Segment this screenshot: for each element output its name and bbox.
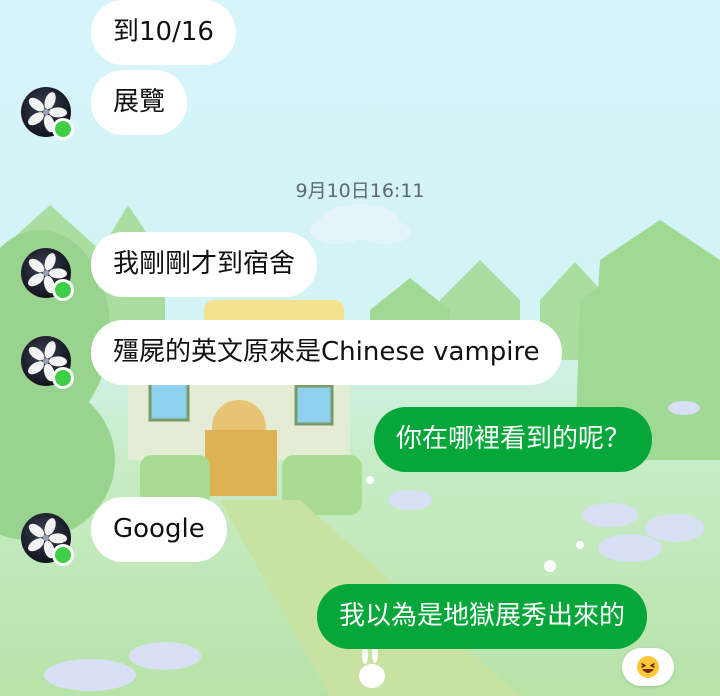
incoming-message-bubble[interactable]: 到10/16 xyxy=(91,0,236,65)
contact-avatar[interactable] xyxy=(21,513,74,566)
chat-message-area[interactable]: 到10/16 展覽 9月10日16:11 我剛剛才到宿舍 殭屍的英文原來是Chi… xyxy=(0,0,720,696)
contact-avatar[interactable] xyxy=(21,87,74,140)
outgoing-message-bubble[interactable]: 我以為是地獄展秀出來的 xyxy=(317,584,648,649)
incoming-message-bubble[interactable]: Google xyxy=(91,497,227,562)
incoming-message-bubble[interactable]: 展覽 xyxy=(91,70,188,135)
message-reaction[interactable] xyxy=(622,648,674,686)
incoming-message-bubble[interactable]: 我剛剛才到宿舍 xyxy=(91,232,318,297)
laughing-emoji-icon xyxy=(637,656,659,678)
online-status-dot xyxy=(52,544,74,566)
online-status-dot xyxy=(52,118,74,140)
contact-avatar[interactable] xyxy=(21,336,74,389)
incoming-message-bubble[interactable]: 殭屍的英文原來是Chinese vampire xyxy=(91,320,562,385)
outgoing-message-bubble[interactable]: 你在哪裡看到的呢？ xyxy=(374,407,653,472)
online-status-dot xyxy=(52,367,74,389)
message-timestamp: 9月10日16:11 xyxy=(295,180,425,202)
online-status-dot xyxy=(52,279,74,301)
contact-avatar[interactable] xyxy=(21,248,74,301)
